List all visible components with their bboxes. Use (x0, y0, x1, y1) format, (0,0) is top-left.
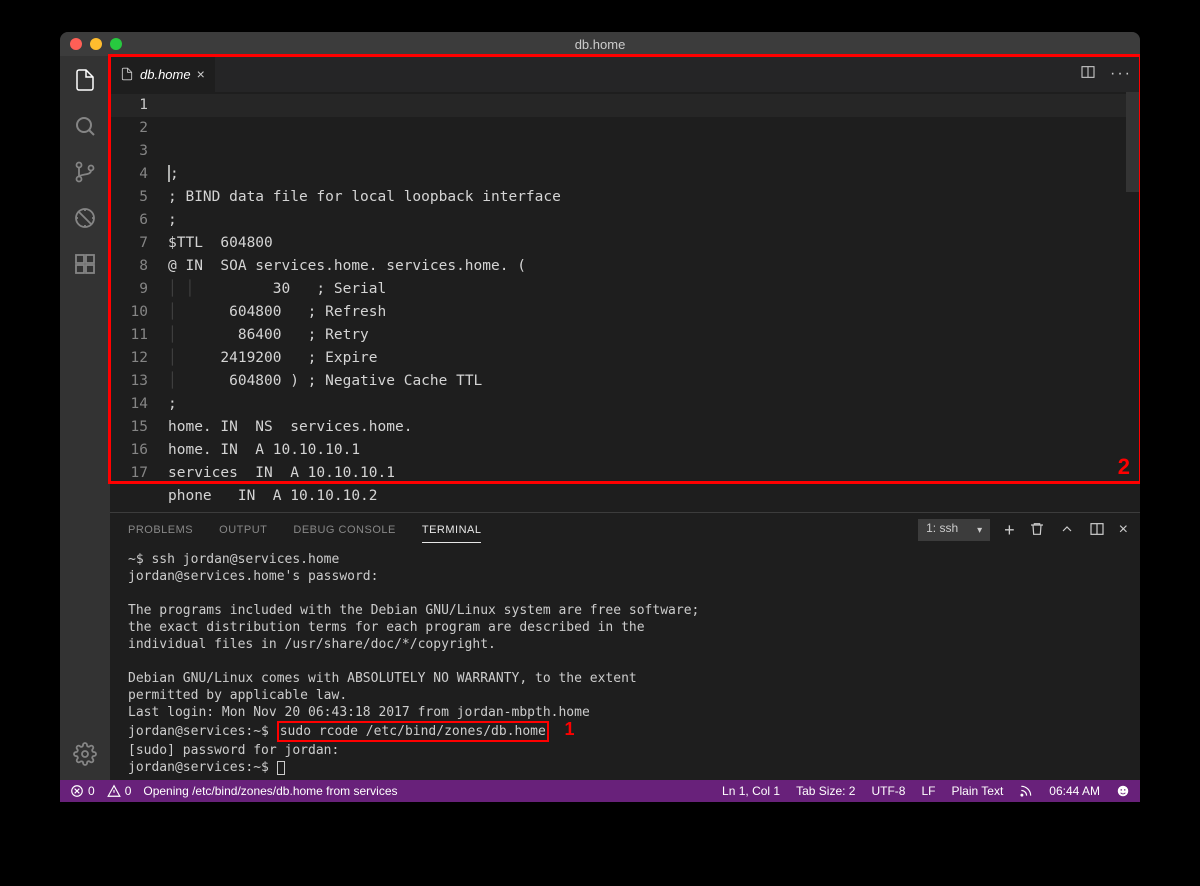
window-title: db.home (575, 37, 626, 52)
panel: PROBLEMS OUTPUT DEBUG CONSOLE TERMINAL 1… (110, 512, 1140, 780)
activity-bar (60, 56, 110, 780)
status-rss-icon[interactable] (1019, 784, 1033, 798)
more-actions-icon[interactable]: ··· (1110, 65, 1132, 83)
annotation-two: 2 (1118, 454, 1130, 480)
debug-icon[interactable] (71, 204, 99, 232)
current-line-highlight (110, 94, 1140, 117)
tab-db-home[interactable]: db.home × (110, 56, 216, 92)
status-tab-size[interactable]: Tab Size: 2 (796, 784, 855, 798)
window-controls (70, 38, 122, 50)
status-encoding[interactable]: UTF-8 (871, 784, 905, 798)
split-editor-icon[interactable] (1080, 64, 1096, 85)
status-time: 06:44 AM (1049, 784, 1100, 798)
close-window-button[interactable] (70, 38, 82, 50)
tab-debug-console[interactable]: DEBUG CONSOLE (293, 524, 395, 536)
explorer-icon[interactable] (71, 66, 99, 94)
status-bar: 0 0 Opening /etc/bind/zones/db.home from… (60, 780, 1140, 802)
editor-scrollbar[interactable] (1126, 92, 1140, 512)
title-bar: db.home (60, 32, 1140, 56)
panel-actions: 1: ssh ▾ + × (918, 513, 1128, 547)
tab-label: db.home (140, 67, 191, 82)
status-eol[interactable]: LF (921, 784, 935, 798)
line-number-gutter: 1234567891011121314151617 (110, 92, 168, 512)
minimize-window-button[interactable] (90, 38, 102, 50)
kill-terminal-icon[interactable] (1029, 521, 1045, 540)
editor-content[interactable]: 1234567891011121314151617 ;; BIND data f… (110, 92, 1140, 512)
status-errors[interactable]: 0 (70, 784, 95, 798)
tab-row: db.home × ··· (110, 56, 1140, 92)
toggle-panel-icon[interactable] (1089, 521, 1105, 540)
status-feedback-icon[interactable] (1116, 784, 1130, 798)
main-area: db.home × ··· 1234567891011121314151617 … (60, 56, 1140, 780)
close-tab-icon[interactable]: × (197, 66, 205, 82)
vscode-window: db.home (60, 32, 1140, 802)
maximize-panel-icon[interactable] (1059, 521, 1075, 540)
tab-problems[interactable]: PROBLEMS (128, 524, 193, 536)
status-ln-col[interactable]: Ln 1, Col 1 (722, 784, 780, 798)
file-icon (120, 67, 134, 81)
extensions-icon[interactable] (71, 250, 99, 278)
status-language[interactable]: Plain Text (951, 784, 1003, 798)
new-terminal-icon[interactable]: + (1004, 521, 1015, 539)
status-warnings[interactable]: 0 (107, 784, 132, 798)
source-control-icon[interactable] (71, 158, 99, 186)
tab-terminal[interactable]: TERMINAL (422, 524, 482, 543)
status-opening[interactable]: Opening /etc/bind/zones/db.home from ser… (143, 784, 397, 798)
editor-actions: ··· (1080, 56, 1132, 92)
terminal-select[interactable]: 1: ssh (918, 519, 990, 541)
settings-gear-icon[interactable] (71, 740, 99, 768)
maximize-window-button[interactable] (110, 38, 122, 50)
panel-tabs: PROBLEMS OUTPUT DEBUG CONSOLE TERMINAL 1… (110, 513, 1140, 547)
annotation-one: 1 (564, 719, 574, 739)
editor-area: db.home × ··· 1234567891011121314151617 … (110, 56, 1140, 780)
terminal-content[interactable]: ~$ ssh jordan@services.home jordan@servi… (110, 547, 1140, 780)
search-icon[interactable] (71, 112, 99, 140)
code-region[interactable]: ;; BIND data file for local loopback int… (168, 92, 1140, 512)
scrollbar-thumb[interactable] (1126, 92, 1140, 192)
tab-output[interactable]: OUTPUT (219, 524, 267, 536)
close-panel-icon[interactable]: × (1119, 521, 1128, 539)
